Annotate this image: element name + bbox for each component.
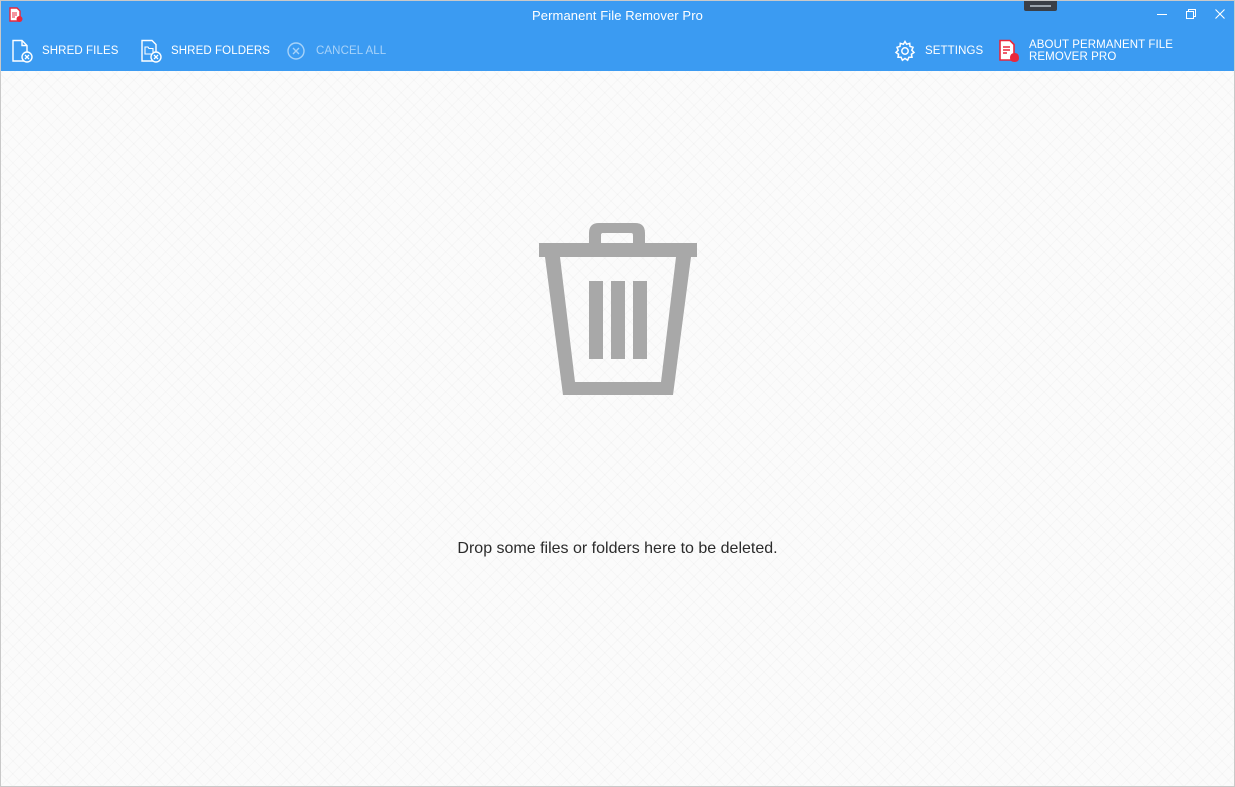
shred-folders-label: SHRED FOLDERS xyxy=(171,45,271,57)
drag-handle[interactable] xyxy=(1024,1,1057,11)
minimize-icon xyxy=(1156,7,1168,25)
app-window: Permanent File Remover Pro SHRED FILES S… xyxy=(0,0,1235,787)
about-button[interactable]: ABOUT PERMANENT FILE REMOVER PRO xyxy=(997,34,1234,68)
settings-button[interactable]: SETTINGS xyxy=(893,34,983,68)
about-label: ABOUT PERMANENT FILE REMOVER PRO xyxy=(1029,39,1174,63)
drop-zone[interactable]: Drop some files or folders here to be de… xyxy=(1,71,1234,786)
close-icon xyxy=(1214,7,1226,25)
settings-label: SETTINGS xyxy=(925,45,984,57)
close-button[interactable] xyxy=(1206,4,1234,28)
restore-button[interactable] xyxy=(1177,4,1205,28)
shred-folders-button[interactable]: SHRED FOLDERS xyxy=(139,34,270,68)
minimize-button[interactable] xyxy=(1148,4,1176,28)
cancel-all-label: CANCEL ALL xyxy=(316,45,387,57)
shred-files-label: SHRED FILES xyxy=(42,45,119,57)
toolbar: SHRED FILES SHRED FOLDERS CANCEL ALL SET… xyxy=(1,34,1234,68)
cancel-circle-icon xyxy=(284,39,308,63)
header-bar: Permanent File Remover Pro SHRED FILES S… xyxy=(1,1,1234,71)
shred-files-button[interactable]: SHRED FILES xyxy=(10,34,119,68)
drop-hint-text: Drop some files or folders here to be de… xyxy=(457,540,778,557)
restore-icon xyxy=(1185,7,1197,25)
app-logo-icon xyxy=(997,39,1021,63)
cancel-all-button[interactable]: CANCEL ALL xyxy=(284,34,386,68)
shred-folder-icon xyxy=(139,39,163,63)
shred-file-icon xyxy=(10,39,34,63)
gear-icon xyxy=(893,39,917,63)
trash-icon xyxy=(537,221,699,397)
title-bar[interactable]: Permanent File Remover Pro xyxy=(1,1,1234,31)
